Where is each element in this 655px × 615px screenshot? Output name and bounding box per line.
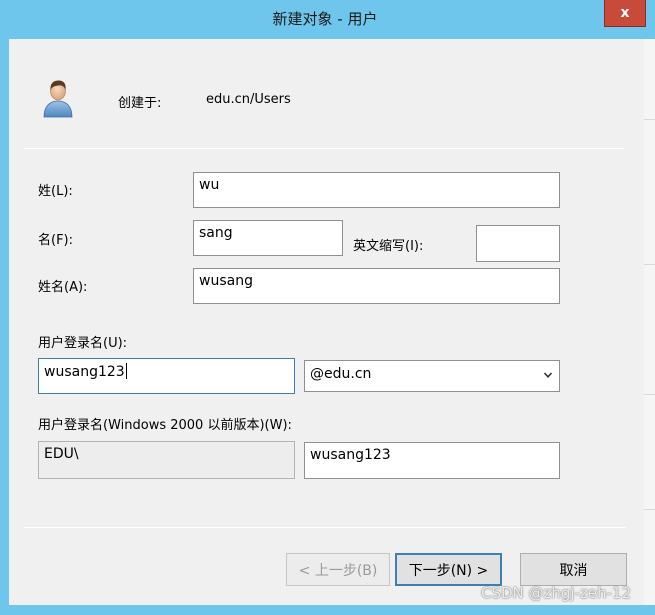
next-button-label: 下一步(N) > [408, 562, 489, 579]
domain-suffix-value: @edu.cn [310, 366, 372, 382]
chevron-down-icon [543, 372, 553, 378]
title-bar[interactable]: 新建对象 - 用户 x [0, 0, 655, 38]
logon-name-input[interactable]: wusang123 [38, 358, 295, 394]
first-name-value: sang [199, 225, 233, 241]
pre2000-logon-input[interactable]: wusang123 [304, 442, 560, 479]
close-button[interactable]: x [604, 0, 646, 27]
pre2000-domain-value: EDU\ [44, 446, 79, 462]
dialog-client-area [9, 39, 644, 605]
domain-suffix-dropdown[interactable]: @edu.cn [304, 360, 560, 392]
full-name-label: 姓名(A): [38, 280, 88, 295]
dialog-window: 新建对象 - 用户 x 创建于: edu.cn/Users 姓(L): wu 名… [0, 0, 655, 615]
cancel-button-label: 取消 [559, 562, 588, 579]
pre2000-domain-field: EDU\ [38, 441, 295, 479]
logon-name-value: wusang123 [44, 364, 125, 380]
close-icon: x [620, 5, 630, 21]
last-name-input[interactable]: wu [193, 172, 560, 208]
last-name-label: 姓(L): [38, 184, 73, 199]
initials-input[interactable] [476, 225, 560, 262]
initials-label: 英文缩写(I): [353, 239, 424, 254]
window-title: 新建对象 - 用户 [272, 10, 378, 28]
first-name-label: 名(F): [38, 233, 74, 248]
pre2000-logon-label: 用户登录名(Windows 2000 以前版本)(W): [38, 418, 292, 433]
cancel-button[interactable]: 取消 [520, 553, 627, 586]
create-in-path: edu.cn/Users [206, 92, 291, 107]
background-edge [644, 39, 655, 605]
full-name-value: wusang [199, 273, 253, 289]
create-in-label: 创建于: [118, 96, 162, 111]
first-name-input[interactable]: sang [193, 220, 343, 256]
back-button[interactable]: < 上一步(B) [286, 553, 390, 586]
user-icon [43, 80, 73, 118]
full-name-input[interactable]: wusang [193, 268, 560, 304]
text-caret [125, 363, 127, 379]
watermark: CSDN @zhgj-zeh-12 [481, 584, 632, 602]
last-name-value: wu [199, 177, 220, 193]
divider-bottom [24, 527, 626, 528]
divider-top [24, 148, 624, 149]
back-button-label: < 上一步(B) [298, 562, 378, 579]
logon-name-label: 用户登录名(U): [38, 336, 128, 351]
pre2000-logon-value: wusang123 [310, 447, 391, 463]
next-button[interactable]: 下一步(N) > [395, 553, 502, 586]
